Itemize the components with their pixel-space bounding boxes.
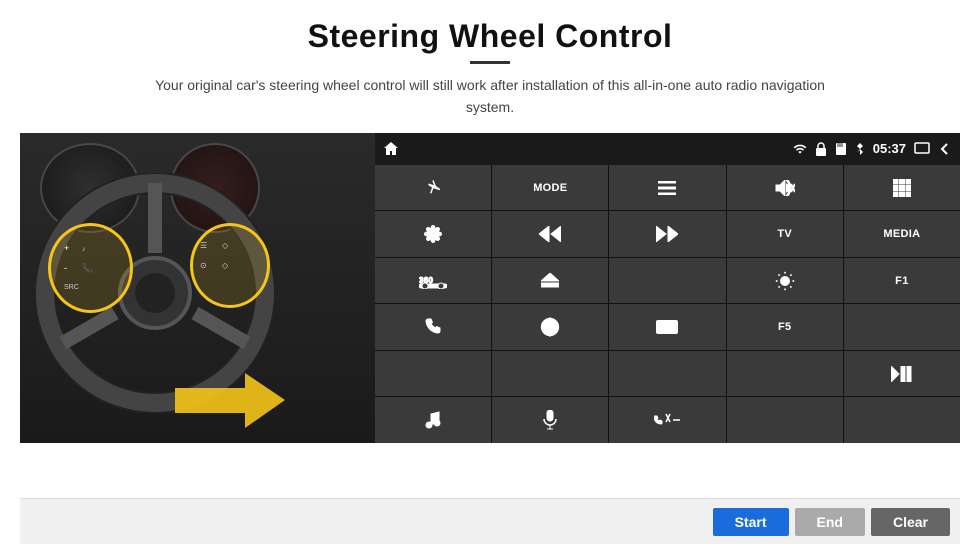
btn-compass[interactable] <box>492 304 608 350</box>
btn-next[interactable] <box>609 211 725 257</box>
clear-button[interactable]: Clear <box>871 508 950 536</box>
radio-panel: 05:37 MODE <box>375 133 960 443</box>
btn-f1[interactable] <box>844 304 960 350</box>
page-subtitle: Your original car's steering wheel contr… <box>140 74 840 119</box>
home-icon <box>383 141 399 157</box>
btn-360[interactable]: 360 <box>375 258 491 304</box>
btn-mode[interactable]: MODE <box>492 165 608 211</box>
svg-text:+: + <box>64 243 69 253</box>
right-controls: ☰ ◇ ⊙ ◇ <box>192 228 267 303</box>
btn-phone[interactable] <box>375 304 491 350</box>
btn-f4[interactable] <box>609 351 725 397</box>
btn-mute[interactable] <box>727 165 843 211</box>
panel-grid: MODE <box>375 165 960 443</box>
back-icon <box>938 142 952 156</box>
btn-rectangle[interactable] <box>609 304 725 350</box>
svg-text:SRC: SRC <box>64 284 79 291</box>
btn-empty-2 <box>844 397 960 443</box>
topbar-status-icons: 05:37 <box>793 141 952 156</box>
svg-text:📞: 📞 <box>82 262 94 273</box>
btn-play-pause[interactable] <box>844 351 960 397</box>
panel-topbar: 05:37 <box>375 133 960 165</box>
svg-text:-: - <box>64 263 67 273</box>
steering-wheel-image: + ♪ - 📞 SRC ☰ ◇ ⊙ ◇ <box>20 133 375 443</box>
sd-icon <box>835 142 847 156</box>
topbar-left <box>383 141 399 157</box>
lock-icon <box>815 142 827 156</box>
wifi-icon <box>793 142 807 156</box>
btn-tv[interactable]: TV <box>727 211 843 257</box>
btn-eject[interactable] <box>492 258 608 304</box>
title-divider <box>470 61 510 64</box>
end-button[interactable]: End <box>795 508 865 536</box>
page-container: Steering Wheel Control Your original car… <box>0 0 980 544</box>
svg-text:⊙: ⊙ <box>200 261 207 270</box>
btn-apps[interactable] <box>844 165 960 211</box>
btn-f3[interactable] <box>492 351 608 397</box>
btn-prev[interactable] <box>492 211 608 257</box>
topbar-time: 05:37 <box>873 141 906 156</box>
btn-f2[interactable] <box>375 351 491 397</box>
start-button[interactable]: Start <box>713 508 789 536</box>
btn-navigate[interactable] <box>375 165 491 211</box>
svg-text:◇: ◇ <box>222 261 229 270</box>
btn-vol-mute-call[interactable] <box>609 397 725 443</box>
bluetooth-icon <box>855 142 865 156</box>
yellow-arrow <box>175 368 285 433</box>
btn-media[interactable]: MEDIA <box>844 211 960 257</box>
screen-mirror-icon <box>914 142 930 156</box>
page-title: Steering Wheel Control <box>308 18 673 55</box>
btn-radio[interactable] <box>609 258 725 304</box>
svg-text:♪: ♪ <box>82 246 86 253</box>
btn-empty-1 <box>727 397 843 443</box>
btn-list[interactable] <box>609 165 725 211</box>
content-row: + ♪ - 📞 SRC ☰ ◇ ⊙ ◇ <box>20 133 960 498</box>
left-controls: + ♪ - 📞 SRC <box>52 231 127 306</box>
btn-settings[interactable] <box>375 211 491 257</box>
btn-f5[interactable] <box>727 351 843 397</box>
btn-dvd[interactable]: F1 <box>844 258 960 304</box>
svg-text:◇: ◇ <box>222 241 229 250</box>
btn-eq[interactable]: F5 <box>727 304 843 350</box>
btn-brightness[interactable] <box>727 258 843 304</box>
svg-text:☰: ☰ <box>200 241 207 250</box>
btn-microphone[interactable] <box>492 397 608 443</box>
btn-music[interactable] <box>375 397 491 443</box>
bottom-bar: Start End Clear <box>20 498 960 544</box>
